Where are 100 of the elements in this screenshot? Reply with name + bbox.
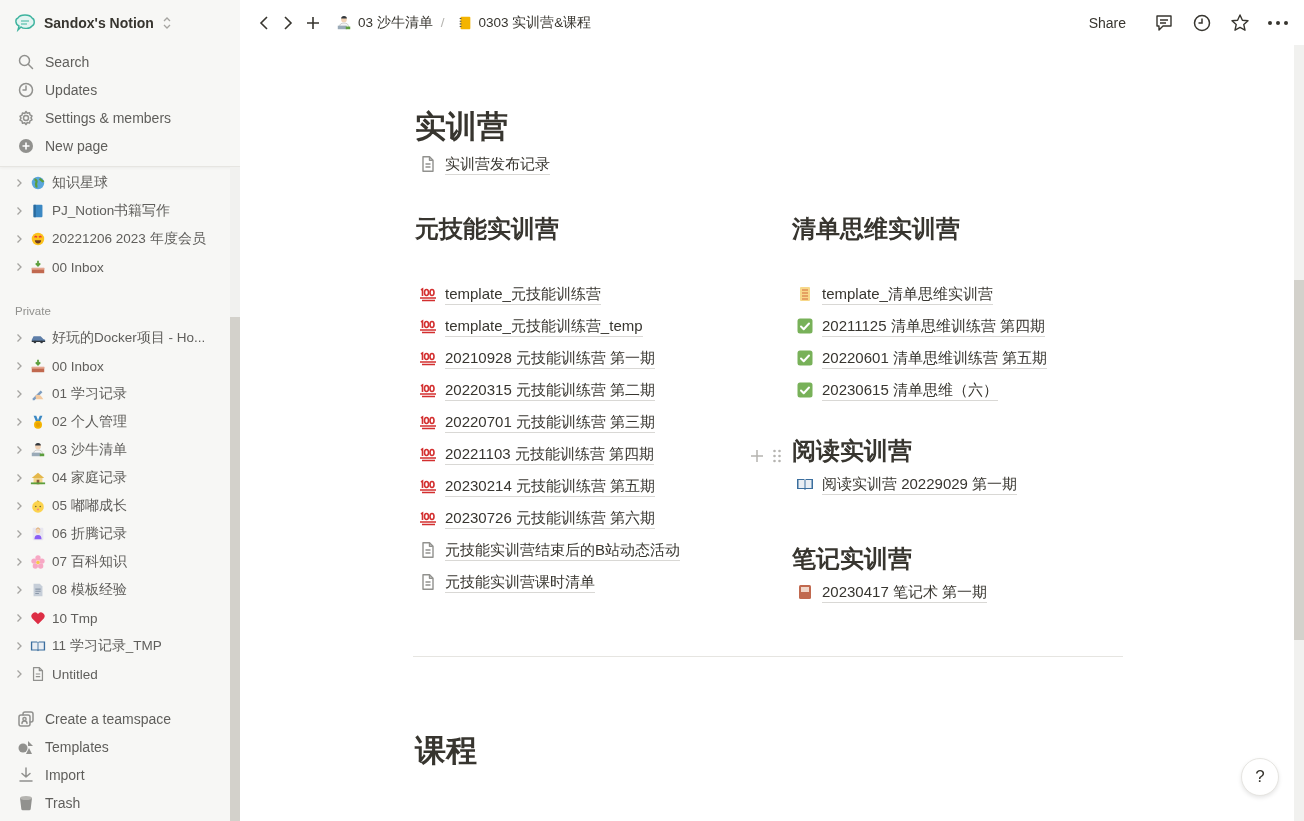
page-icon: [419, 155, 437, 173]
workspace-name: Sandox's Notion: [44, 15, 154, 31]
sidebar-page-item[interactable]: 10 Tmp: [0, 604, 230, 632]
sidebar-menu-item[interactable]: Import: [0, 761, 230, 789]
sidebar-page-item[interactable]: 00 Inbox: [0, 352, 230, 380]
sidebar-page-item[interactable]: 03 沙牛清单: [0, 436, 230, 464]
page-link[interactable]: template_元技能训练营: [445, 283, 601, 305]
page-link[interactable]: 20230726 元技能训练营 第六期: [445, 507, 656, 529]
sidebar-page-item[interactable]: 11 学习记录_TMP: [0, 632, 230, 660]
chevron-right-icon: [14, 417, 24, 427]
page-link[interactable]: 20220701 元技能训练营 第三期: [445, 411, 656, 433]
sidebar-menu-item[interactable]: New page: [0, 132, 240, 160]
sidebar-page-item[interactable]: PJ_Notion书籍写作: [0, 197, 230, 225]
flower-icon: [30, 554, 46, 570]
globe-icon: [30, 175, 46, 191]
page-link[interactable]: 20230214 元技能训练营 第五期: [445, 475, 656, 497]
chevron-right-icon: [14, 206, 24, 216]
page-link[interactable]: 20210928 元技能训练营 第一期: [445, 347, 656, 369]
breadcrumb-separator: /: [440, 15, 445, 30]
page-link[interactable]: 元技能实训营结束后的B站动态活动: [445, 539, 680, 561]
page-link[interactable]: 实训营发布记录: [445, 153, 550, 175]
import-icon: [17, 766, 35, 784]
checkbox-icon: [796, 317, 814, 335]
sidebar-page-item[interactable]: 06 折腾记录: [0, 520, 230, 548]
search-icon: [17, 53, 35, 71]
page-link[interactable]: 阅读实训营 20229029 第一期: [822, 473, 1018, 495]
more-icon: [1268, 20, 1288, 25]
page-icon: [30, 666, 46, 682]
sidebar-menu-item[interactable]: Search: [0, 48, 240, 76]
scrollbar-thumb[interactable]: [1294, 280, 1304, 640]
breadcrumb-link[interactable]: 03 沙牛清单: [328, 13, 437, 32]
person-icon: [30, 442, 46, 458]
sidebar-page-item[interactable]: 05 嘟嘟成长: [0, 492, 230, 520]
chevron-right-icon: [14, 234, 24, 244]
back-icon: [258, 14, 270, 31]
forward-icon: [282, 14, 294, 31]
tray-icon: [30, 259, 46, 275]
sidebar-page-item[interactable]: 07 百科知识: [0, 548, 230, 576]
sidebar-page-item[interactable]: 04 家庭记录: [0, 464, 230, 492]
heart-icon: [30, 610, 46, 626]
hundred-icon: [419, 413, 437, 431]
page-link[interactable]: template_元技能训练营_temp: [445, 315, 643, 337]
sidebar-menu-item[interactable]: Trash: [0, 789, 230, 817]
chevron-right-icon: [14, 361, 24, 371]
section-heading: 清单思维实训营: [792, 214, 961, 244]
chevron-right-icon: [14, 529, 24, 539]
chevron-updown-icon: [161, 16, 172, 30]
workspace-logo-icon: [14, 12, 36, 34]
page-icon: [419, 573, 437, 591]
sidebar-menu-item[interactable]: Settings & members: [0, 104, 240, 132]
book-icon: [796, 583, 814, 601]
hundred-icon: [419, 317, 437, 335]
page-link[interactable]: template_清单思维实训营: [822, 283, 993, 305]
page-link[interactable]: 20220315 元技能训练营 第二期: [445, 379, 656, 401]
hundred-icon: [419, 381, 437, 399]
sidebar-menu-item[interactable]: Templates: [0, 733, 230, 761]
page-link[interactable]: 20211125 清单思维训练营 第四期: [822, 315, 1045, 337]
person-icon: [30, 526, 46, 542]
page-link[interactable]: 20221103 元技能训练营 第四期: [445, 443, 654, 465]
page-link[interactable]: 元技能实训营课时清单: [445, 571, 595, 593]
clock-icon: [1192, 12, 1212, 33]
chevron-right-icon: [14, 473, 24, 483]
help-button[interactable]: ?: [1241, 758, 1279, 796]
sidebar-page-item[interactable]: 02 个人管理: [0, 408, 230, 436]
smiley-icon: [30, 231, 46, 247]
chevron-right-icon: [14, 557, 24, 567]
hundred-icon: [419, 509, 437, 527]
share-button[interactable]: Share: [1080, 11, 1134, 34]
hundred-icon: [419, 349, 437, 367]
clock-icon: [17, 81, 35, 99]
chevron-right-icon: [14, 178, 24, 188]
page-link[interactable]: 20220601 清单思维训练营 第五期: [822, 347, 1048, 369]
page-link[interactable]: 20230615 清单思维（六）: [822, 379, 998, 401]
chevron-right-icon: [14, 613, 24, 623]
sidebar-page-item[interactable]: 08 模板经验: [0, 576, 230, 604]
tray-icon: [30, 358, 46, 374]
new-page-icon: [17, 137, 35, 155]
trash-icon: [17, 794, 35, 812]
hundred-icon: [419, 477, 437, 495]
chevron-right-icon: [14, 262, 24, 272]
sidebar-menu-item[interactable]: Create a teamspace: [0, 705, 230, 733]
sidebar-page-item[interactable]: 00 Inbox: [0, 253, 230, 281]
sidebar-page-item[interactable]: Untitled: [0, 660, 230, 688]
sidebar-page-item[interactable]: 20221206 2023 年度会员: [0, 225, 230, 253]
sidebar-menu-item[interactable]: Updates: [0, 76, 240, 104]
sidebar-page-item[interactable]: 好玩的Docker项目 - Ho...: [0, 324, 230, 352]
sidebar-page-item[interactable]: 知识星球: [0, 169, 230, 197]
scrollbar-thumb[interactable]: [230, 317, 240, 821]
chevron-right-icon: [14, 389, 24, 399]
section-heading: 笔记实训营: [792, 544, 913, 574]
chevron-right-icon: [14, 445, 24, 455]
page-link[interactable]: 20230417 笔记术 第一期: [822, 581, 988, 603]
page-icon: [419, 541, 437, 559]
shapes-icon: [17, 738, 35, 756]
chevron-right-icon: [14, 501, 24, 511]
workspace-switcher[interactable]: Sandox's Notion: [0, 9, 240, 37]
breadcrumb-link[interactable]: 0303 实训营&课程: [448, 13, 596, 32]
chevron-right-icon: [14, 669, 24, 679]
chevron-right-icon: [14, 333, 24, 343]
sidebar-page-item[interactable]: 01 学习记录: [0, 380, 230, 408]
